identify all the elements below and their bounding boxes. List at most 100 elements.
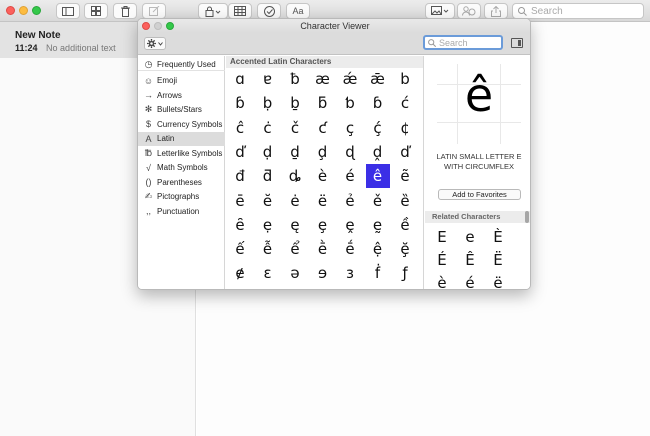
notes-search-field[interactable]: Search <box>512 3 644 19</box>
sidebar-item-bullets-stars[interactable]: ✻ Bullets/Stars <box>138 103 225 117</box>
character-cell[interactable]: ƅ <box>338 91 362 115</box>
character-cell[interactable]: đ <box>228 164 252 188</box>
gallery-view-button[interactable] <box>84 3 108 19</box>
related-character-cell[interactable]: Ê <box>458 249 482 271</box>
character-cell[interactable]: ƃ <box>311 91 335 115</box>
character-cell[interactable]: ễ <box>256 237 280 261</box>
character-cell[interactable]: ĉ <box>228 116 252 140</box>
character-cell[interactable]: ḙ <box>338 213 362 237</box>
character-cell[interactable]: ể <box>283 237 307 261</box>
sidebar-item-letterlike-symbols[interactable]: ℔ Letterlike Symbols <box>138 146 225 160</box>
share-button[interactable] <box>484 3 508 19</box>
related-scrollbar[interactable] <box>525 211 529 223</box>
action-menu-button[interactable] <box>144 37 166 50</box>
character-cell[interactable]: ē <box>228 189 252 213</box>
character-cell[interactable]: ƀ <box>283 67 307 91</box>
cv-close-button[interactable] <box>142 22 150 30</box>
character-cell[interactable]: ď <box>228 140 252 164</box>
sidebar-item-emoji[interactable]: ☺ Emoji <box>138 74 225 88</box>
sidebar-item-arrows[interactable]: → Arrows <box>138 88 225 102</box>
character-cell[interactable]: ḑ <box>311 140 335 164</box>
character-cell[interactable]: æ <box>311 67 335 91</box>
character-cell[interactable]: ḛ <box>366 213 390 237</box>
character-cell[interactable]: ḟ <box>366 261 390 285</box>
character-cell[interactable]: ȅ <box>393 189 417 213</box>
media-button[interactable] <box>425 3 455 19</box>
character-cell[interactable]: ċ <box>256 116 280 140</box>
character-cell[interactable]: ɘ <box>311 261 335 285</box>
related-character-cell[interactable]: ë <box>486 272 510 289</box>
related-character-cell[interactable]: E <box>430 226 454 248</box>
related-character-cell[interactable]: É <box>430 249 454 271</box>
character-cell[interactable]: ệ <box>366 237 390 261</box>
format-button[interactable]: Aa <box>286 3 310 19</box>
related-character-cell[interactable]: Ë <box>486 249 510 271</box>
character-cell[interactable]: ḍ <box>256 140 280 164</box>
character-cell[interactable]: ɖ <box>338 140 362 164</box>
sidebar-item-math-symbols[interactable]: √ Math Symbols <box>138 161 225 175</box>
sidebar-item-currency-symbols[interactable]: $ Currency Symbols <box>138 117 225 131</box>
sidebar-item-latin[interactable]: A Latin <box>138 131 225 146</box>
character-cell[interactable]: ḉ <box>366 116 390 140</box>
character-cell[interactable]: ģ <box>393 286 417 290</box>
character-cell[interactable]: ȇ <box>228 213 252 237</box>
character-cell[interactable]: ȩ <box>311 213 335 237</box>
character-cell[interactable]: ġ <box>338 286 362 290</box>
character-cell[interactable]: ê <box>365 164 390 189</box>
character-cell[interactable]: ƈ <box>311 116 335 140</box>
zoom-window-button[interactable] <box>32 6 41 15</box>
character-cell[interactable]: ě <box>366 189 390 213</box>
character-cell[interactable]: ɇ <box>228 261 252 285</box>
character-cell[interactable]: ĝ <box>256 286 280 290</box>
character-cell[interactable]: ď <box>393 140 417 164</box>
character-cell[interactable]: ç <box>338 116 362 140</box>
character-cell[interactable]: é <box>338 164 362 188</box>
minimize-window-button[interactable] <box>19 6 28 15</box>
character-cell[interactable]: č <box>283 116 307 140</box>
character-cell[interactable]: ɐ <box>256 67 280 91</box>
character-cell[interactable]: ɑ <box>228 67 252 91</box>
character-cell[interactable]: ɛ <box>256 261 280 285</box>
character-cell[interactable]: ḇ <box>283 91 307 115</box>
character-cell[interactable]: ḏ <box>283 140 307 164</box>
toggle-detail-panel-button[interactable] <box>511 38 523 48</box>
sidebar-item-pictographs[interactable]: ✍ Pictographs <box>138 190 225 204</box>
sidebar-item-parentheses[interactable]: () Parentheses <box>138 175 225 189</box>
character-cell[interactable]: ǵ <box>228 286 252 290</box>
character-cell[interactable]: ć <box>393 91 417 115</box>
close-window-button[interactable] <box>6 6 15 15</box>
character-cell[interactable]: ë <box>311 189 335 213</box>
character-cell[interactable]: ė <box>283 189 307 213</box>
add-to-favorites-button[interactable]: Add to Favorites <box>438 189 521 200</box>
character-cell[interactable]: ẻ <box>338 189 362 213</box>
related-character-cell[interactable]: e <box>458 226 482 248</box>
character-cell[interactable]: ḅ <box>256 91 280 115</box>
related-character-cell[interactable]: È <box>486 226 510 248</box>
sidebar-item-frequently-used[interactable]: ◷ Frequently Used <box>138 57 225 71</box>
character-cell[interactable]: ɓ <box>366 91 390 115</box>
character-cell[interactable]: ḗ <box>338 237 362 261</box>
cv-zoom-button[interactable] <box>166 22 174 30</box>
character-cell[interactable]: ḡ <box>283 286 307 290</box>
character-cell[interactable]: ḓ <box>366 140 390 164</box>
character-cell[interactable]: ề <box>393 213 417 237</box>
character-search-field[interactable]: Search <box>423 35 503 50</box>
add-people-button[interactable] <box>457 3 481 19</box>
character-cell[interactable]: ɓ <box>228 91 252 115</box>
character-cell[interactable]: ǣ <box>366 67 390 91</box>
compose-button[interactable] <box>142 3 166 19</box>
character-cell[interactable]: ę <box>283 213 307 237</box>
character-cell[interactable]: ¢ <box>393 116 417 140</box>
character-cell[interactable]: ẹ <box>256 213 280 237</box>
related-character-cell[interactable]: è <box>430 272 454 289</box>
character-cell[interactable]: ȡ <box>283 164 307 188</box>
table-button[interactable] <box>228 3 252 19</box>
character-cell[interactable]: b <box>393 67 417 91</box>
delete-button[interactable] <box>113 3 137 19</box>
character-cell[interactable]: ế <box>228 237 252 261</box>
character-cell[interactable]: ǽ <box>338 67 362 91</box>
sidebar-toggle-button[interactable] <box>56 3 80 19</box>
related-character-cell[interactable]: é <box>458 272 482 289</box>
sidebar-item-punctuation[interactable]: ,, Punctuation <box>138 204 225 218</box>
character-cell[interactable]: ḕ <box>311 237 335 261</box>
